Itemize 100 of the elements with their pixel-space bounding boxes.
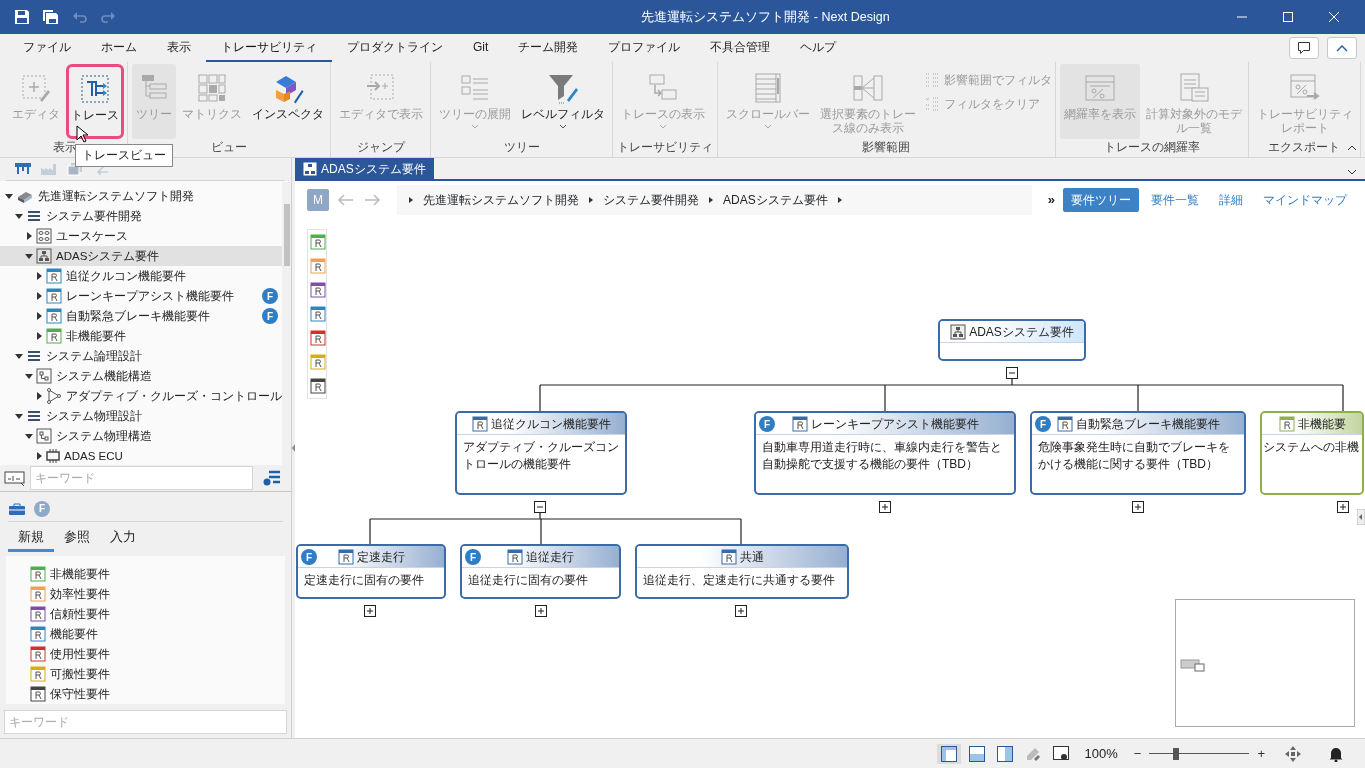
expand-toggle[interactable] [1337, 501, 1349, 513]
hierarchy-toolbar-icon[interactable] [14, 162, 32, 177]
view-tab[interactable]: マインドマップ [1255, 188, 1355, 212]
expander-icon[interactable] [34, 271, 44, 282]
tree-scrollbar[interactable] [282, 182, 291, 466]
feature-badge: F [301, 549, 317, 565]
expander-icon[interactable] [34, 391, 44, 402]
requirement-icon[interactable] [310, 282, 326, 298]
expand-toggle[interactable] [1132, 501, 1144, 513]
expander-icon[interactable] [34, 451, 44, 462]
zoom-out-button[interactable]: − [1129, 741, 1146, 766]
collapse-toggle[interactable] [534, 501, 546, 513]
requirement-node[interactable]: 非機能要 システムへの非機 [1260, 411, 1364, 495]
chevron-down-icon[interactable] [1347, 169, 1357, 175]
menu-tab[interactable]: ヘルプ [785, 34, 852, 62]
expander-icon[interactable] [34, 311, 44, 322]
palette-tab[interactable]: 参照 [54, 526, 100, 552]
expand-toggle[interactable] [735, 605, 747, 617]
requirement-node[interactable]: F 追従走行 追従走行に固有の要件 [460, 544, 621, 599]
requirement-node[interactable]: 共通 追従走行、定速走行に共通する要件 [635, 544, 849, 599]
view-tab[interactable]: 要件ツリー [1063, 188, 1139, 212]
breadcrumb-link[interactable]: システム要件開発 [599, 191, 703, 209]
tree-item[interactable]: 非機能要件 [0, 326, 282, 347]
tree-item[interactable]: ADAS ECU [0, 446, 282, 467]
tree-item[interactable]: 先進運転システムソフト開発 [0, 186, 282, 207]
expand-toggle[interactable] [364, 605, 376, 617]
palette-item[interactable]: 機能要件 [30, 624, 261, 644]
menu-tab[interactable]: プロファイル [593, 34, 696, 62]
view-tab[interactable]: 要件一覧 [1143, 188, 1207, 212]
expander-icon[interactable] [34, 331, 44, 342]
requirement-node[interactable]: F 定速走行 定速走行に固有の要件 [296, 544, 446, 599]
menu-tab[interactable]: Git [458, 34, 504, 62]
feature-badge: F [1035, 416, 1051, 432]
function-icon [46, 388, 62, 405]
tree-item[interactable]: 追従クルコン機能要件 [0, 266, 282, 287]
feedback-button[interactable] [1289, 37, 1319, 59]
requirement-node[interactable]: F 自動緊急ブレーキ機能要件 危険事象発生時に自動でブレーキをかける機能に関する要件（TBD） [1030, 411, 1246, 495]
tree-item[interactable]: アダプティブ・クルーズ・コントロール [0, 386, 282, 407]
breadcrumb-link[interactable]: ADASシステム要件 [719, 191, 832, 209]
tree-item[interactable]: システム物理設計 [0, 406, 282, 427]
overflow-chevrons[interactable]: » [1047, 190, 1055, 210]
keyword-search-field[interactable]: キーワード [4, 710, 287, 734]
requirement-node[interactable]: F レーンキープアシスト機能要件 自動車専用道走行時に、車線内走行を警告と自動操舵で支援する機能の要件（TBD） [754, 411, 1016, 495]
tree-item-label: 自動緊急ブレーキ機能要件 [66, 308, 210, 324]
menu-tab[interactable]: ホーム [86, 34, 152, 62]
abc-filter-icon[interactable] [4, 470, 26, 487]
tree-item-label: ユースケース [56, 228, 128, 244]
funnel-icon [547, 72, 580, 104]
requirement-node[interactable]: ADASシステム要件 [938, 319, 1086, 361]
tree-item[interactable]: 自動緊急ブレーキ機能要件 F [0, 306, 282, 327]
tree-item[interactable]: ADASシステム要件 [0, 246, 282, 267]
tree-item[interactable]: システム物理構造 [0, 426, 282, 447]
collapse-toggle[interactable] [1006, 367, 1018, 379]
tree-item[interactable]: システム機能構造 [0, 366, 282, 387]
properties-icon[interactable] [263, 470, 281, 487]
expander-icon[interactable] [24, 231, 34, 242]
tree-item[interactable]: システム論理設計 [0, 346, 282, 367]
requirement-icon[interactable] [310, 378, 326, 394]
menu-tab[interactable]: チーム開発 [503, 34, 594, 62]
palette-item[interactable]: 信頼性要件 [30, 604, 261, 624]
tree-item[interactable]: システム要件開発 [0, 206, 282, 227]
toolbox-icon[interactable] [8, 501, 26, 516]
requirement-icon[interactable] [310, 330, 326, 346]
tree-item[interactable]: レーンキープアシスト機能要件 F [0, 286, 282, 307]
palette-item-label: 非機能要件 [50, 566, 110, 583]
chevron-up-icon[interactable] [1347, 145, 1357, 151]
menu-tab[interactable]: ファイル [8, 34, 86, 62]
palette-tab[interactable]: 入力 [100, 526, 146, 552]
palette-item[interactable]: 保守性要件 [30, 684, 261, 704]
expand-toggle[interactable] [535, 605, 547, 617]
layout-left-icon[interactable] [936, 743, 961, 764]
palette-item[interactable]: 可搬性要件 [30, 664, 261, 684]
slider-thumb[interactable] [1173, 747, 1180, 760]
palette-item[interactable]: 効率性要件 [30, 584, 261, 604]
chevron-up-icon [1336, 44, 1348, 52]
node-title: ADASシステム要件 [969, 323, 1074, 341]
side-panel-handle-icon[interactable] [1357, 509, 1365, 525]
editor-tab[interactable]: ADASシステム要件 [295, 158, 434, 179]
menu-tab[interactable]: 表示 [152, 34, 206, 62]
menu-tab[interactable]: プロダクトライン [332, 34, 458, 62]
zoom-in-button[interactable]: + [1253, 741, 1269, 766]
breadcrumb-link[interactable]: 先進運転システムソフト開発 [419, 191, 583, 209]
tree-item[interactable]: ユースケース [0, 226, 282, 247]
palette-item[interactable]: 使用性要件 [30, 644, 261, 664]
view-tab[interactable]: 詳細 [1211, 188, 1251, 212]
zoom-slider[interactable] [1149, 745, 1250, 762]
palette-tab[interactable]: 新規 [8, 526, 54, 552]
chip-icon [46, 449, 60, 464]
tree-item-label: システム機能構造 [56, 368, 152, 384]
keyword-search-field[interactable]: キーワード [30, 466, 253, 491]
requirement-node[interactable]: 追従クルコン機能要件 アダプティブ・クルーズコントロールの機能要件 [455, 411, 627, 495]
menu-tab[interactable]: 不具合管理 [695, 34, 786, 62]
requirement-icon [471, 415, 488, 432]
palette-item[interactable]: 非機能要件 [30, 564, 261, 584]
ribbon-button[interactable]: インスペクタ [247, 64, 328, 139]
node-description: システムへの非機 [1262, 439, 1360, 456]
expand-toggle[interactable] [879, 501, 891, 513]
expander-icon[interactable] [34, 291, 44, 302]
ribbon-button[interactable]: レベルフィルタ [517, 64, 610, 139]
tree-item-label: 非機能要件 [66, 328, 126, 344]
